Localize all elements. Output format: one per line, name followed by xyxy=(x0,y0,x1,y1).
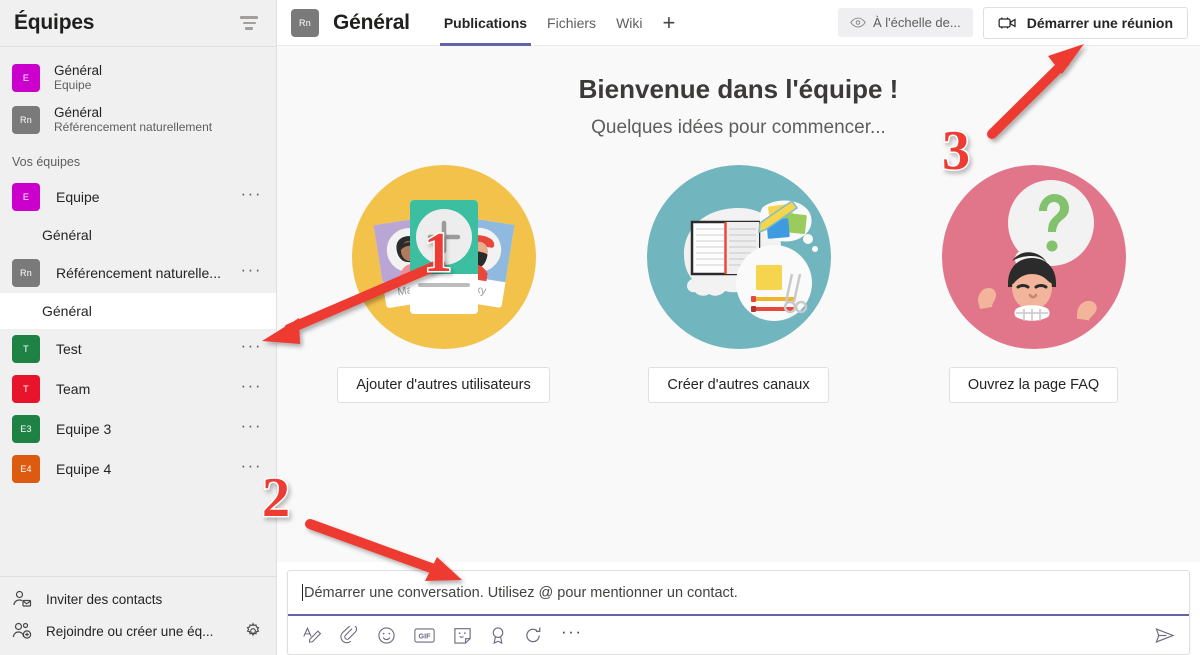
message-input[interactable]: Démarrer une conversation. Utilisez @ po… xyxy=(288,571,1189,616)
card-faq: Ouvrez la page FAQ xyxy=(914,161,1154,403)
avatar: Rn xyxy=(12,106,40,134)
team-name: Equipe 4 xyxy=(56,461,241,477)
card-create-channels: Créer d'autres canaux xyxy=(619,161,859,403)
create-channels-illustration xyxy=(643,161,835,353)
pinned-channel-0[interactable]: E Général Equipe xyxy=(0,57,276,99)
team-name: Team xyxy=(56,381,241,397)
invite-contact-icon xyxy=(12,589,32,609)
sidebar-header: Équipes xyxy=(0,0,276,47)
loop-icon[interactable] xyxy=(524,626,543,645)
channel-tabs: Publications Fichiers Wiki + xyxy=(434,0,686,46)
attach-icon[interactable] xyxy=(340,626,359,645)
topbar-team-avatar: Rn xyxy=(291,9,319,37)
scale-button[interactable]: À l'échelle de... xyxy=(838,8,973,37)
pinned-channel-1[interactable]: Rn Général Référencement naturellement xyxy=(0,99,276,141)
scale-button-label: À l'échelle de... xyxy=(873,15,961,30)
gif-icon[interactable]: GIF xyxy=(414,627,435,644)
team-name: Référencement naturelle... xyxy=(56,265,241,281)
channel-body: Bienvenue dans l'équipe ! Quelques idées… xyxy=(277,46,1200,562)
invite-contacts-button[interactable]: Inviter des contacts xyxy=(0,583,276,615)
teams-sidebar: Équipes E Général Equipe Rn Général Réfé… xyxy=(0,0,277,655)
main-content: Rn Général Publications Fichiers Wiki + xyxy=(277,0,1200,655)
eye-icon xyxy=(850,16,866,29)
add-people-illustration: Maxine Ricky xyxy=(348,161,540,353)
filter-icon[interactable] xyxy=(238,12,260,34)
avatar: E xyxy=(12,183,40,211)
tab-publications[interactable]: Publications xyxy=(434,0,537,46)
section-label-your-teams: Vos équipes xyxy=(0,141,276,177)
welcome-subtitle: Quelques idées pour commencer... xyxy=(277,117,1200,139)
channel-name: Général xyxy=(42,303,92,319)
add-people-button[interactable]: Ajouter d'autres utilisateurs xyxy=(337,367,549,403)
compose-area: Démarrer une conversation. Utilisez @ po… xyxy=(277,562,1200,655)
team-name: Test xyxy=(56,341,241,357)
team-name: Equipe xyxy=(56,189,241,205)
card-add-people: Maxine Ricky xyxy=(324,161,564,403)
tab-label: Wiki xyxy=(616,15,642,31)
sidebar-team-test[interactable]: T Test ··· xyxy=(0,329,276,369)
avatar: E xyxy=(12,64,40,92)
tab-wiki[interactable]: Wiki xyxy=(606,0,652,46)
faq-illustration xyxy=(938,161,1130,353)
compose-toolbar: GIF xyxy=(288,616,1189,654)
sidebar-team-equipe-3[interactable]: E3 Equipe 3 ··· xyxy=(0,409,276,449)
sidebar-team-equipe-4[interactable]: E4 Equipe 4 ··· xyxy=(0,449,276,489)
welcome-title: Bienvenue dans l'équipe ! xyxy=(277,74,1200,105)
sidebar-channel-general-referencement[interactable]: Général xyxy=(0,293,276,329)
join-create-team-icon xyxy=(12,621,32,641)
welcome-cards: Maxine Ricky xyxy=(277,161,1200,403)
create-channels-button[interactable]: Créer d'autres canaux xyxy=(648,367,828,403)
message-placeholder: Démarrer une conversation. Utilisez @ po… xyxy=(304,585,738,601)
team-more-options-icon[interactable]: ··· xyxy=(241,265,262,281)
pinned-channel-team: Equipe xyxy=(54,79,102,93)
sidebar-scroll-area: E Général Equipe Rn Général Référencemen… xyxy=(0,47,276,576)
team-name: Equipe 3 xyxy=(56,421,241,437)
tab-label: Publications xyxy=(444,15,527,31)
channel-name: Général xyxy=(42,227,92,243)
video-camera-icon xyxy=(998,16,1017,30)
svg-text:GIF: GIF xyxy=(419,632,432,640)
format-icon[interactable] xyxy=(302,626,322,645)
text-caret xyxy=(302,584,303,601)
channel-topbar: Rn Général Publications Fichiers Wiki + xyxy=(277,0,1200,46)
sidebar-channel-general-equipe[interactable]: Général xyxy=(0,217,276,253)
faq-button[interactable]: Ouvrez la page FAQ xyxy=(949,367,1118,403)
praise-icon[interactable] xyxy=(490,626,506,645)
tab-label: Fichiers xyxy=(547,15,596,31)
compose-box: Démarrer une conversation. Utilisez @ po… xyxy=(287,570,1190,655)
pinned-channel-team: Référencement naturellement xyxy=(54,121,212,135)
start-meeting-label: Démarrer une réunion xyxy=(1027,15,1173,31)
avatar: T xyxy=(12,375,40,403)
team-more-options-icon[interactable]: ··· xyxy=(241,381,262,397)
avatar: E4 xyxy=(12,455,40,483)
more-options-icon[interactable]: ··· xyxy=(561,628,582,642)
avatar: T xyxy=(12,335,40,363)
welcome-block: Bienvenue dans l'équipe ! Quelques idées… xyxy=(277,46,1200,139)
emoji-icon[interactable] xyxy=(377,626,396,645)
pinned-channel-name: Général xyxy=(54,105,212,121)
sidebar-team-team[interactable]: T Team ··· xyxy=(0,369,276,409)
invite-contacts-label: Inviter des contacts xyxy=(46,592,262,607)
teams-app-window: Équipes E Général Equipe Rn Général Réfé… xyxy=(0,0,1200,655)
gear-icon[interactable] xyxy=(244,622,262,640)
team-more-options-icon[interactable]: ··· xyxy=(241,189,262,205)
sidebar-team-referencement[interactable]: Rn Référencement naturelle... ··· xyxy=(0,253,276,293)
team-more-options-icon[interactable]: ··· xyxy=(241,341,262,357)
join-create-team-button[interactable]: Rejoindre ou créer une éq... xyxy=(0,615,276,647)
channel-title: Général xyxy=(333,11,410,35)
team-more-options-icon[interactable]: ··· xyxy=(241,421,262,437)
sidebar-footer: Inviter des contacts Rejoindre ou créer … xyxy=(0,576,276,655)
send-icon[interactable] xyxy=(1154,626,1175,645)
add-tab-icon[interactable]: + xyxy=(653,0,686,46)
team-more-options-icon[interactable]: ··· xyxy=(241,461,262,477)
tab-fichiers[interactable]: Fichiers xyxy=(537,0,606,46)
sticker-icon[interactable] xyxy=(453,626,472,645)
sidebar-team-equipe[interactable]: E Equipe ··· xyxy=(0,177,276,217)
join-create-team-label: Rejoindre ou créer une éq... xyxy=(46,624,244,639)
page-title: Équipes xyxy=(14,11,238,35)
pinned-channel-name: Général xyxy=(54,63,102,79)
start-meeting-button[interactable]: Démarrer une réunion xyxy=(983,7,1188,39)
avatar: E3 xyxy=(12,415,40,443)
avatar: Rn xyxy=(12,259,40,287)
